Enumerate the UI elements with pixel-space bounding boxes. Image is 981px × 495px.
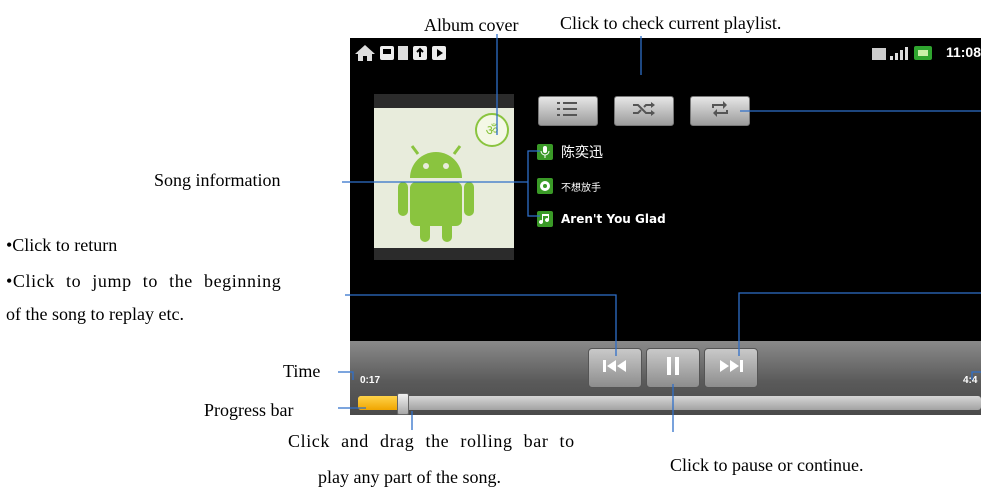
return-annotation: •Click to return bbox=[6, 235, 118, 255]
total-time: 4:4 bbox=[963, 375, 978, 386]
music-player-screen: 11:08 ॐ 陈奕迅 不想放手 Aren't You Glad 0:17 4:… bbox=[350, 38, 981, 415]
playlist-button[interactable] bbox=[538, 96, 598, 126]
album-cover-annotation: Album cover bbox=[424, 15, 519, 35]
progress-thumb[interactable] bbox=[396, 393, 409, 415]
artist-name: 陈奕迅 bbox=[561, 145, 603, 161]
playlist-annotation: Click to check current playlist. bbox=[560, 13, 782, 33]
song-title: Aren't You Glad bbox=[561, 212, 666, 226]
next-button[interactable] bbox=[704, 348, 758, 388]
previous-button[interactable] bbox=[588, 348, 642, 388]
playlist-icon bbox=[557, 101, 579, 122]
elapsed-time: 0:17 bbox=[360, 375, 381, 386]
home-icon[interactable] bbox=[354, 44, 376, 67]
sd-card-icon bbox=[380, 46, 394, 65]
jump-annotation-line2: of the song to replay etc. bbox=[6, 304, 184, 324]
title-row: Aren't You Glad bbox=[537, 209, 666, 229]
drag-annotation-line1: Click and drag the rolling bar to bbox=[288, 431, 575, 451]
storage-icon bbox=[398, 46, 408, 65]
previous-icon bbox=[602, 358, 628, 379]
progress-fill bbox=[358, 396, 402, 410]
android-robot-icon: ॐ bbox=[398, 113, 509, 242]
time-annotation: Time bbox=[283, 361, 321, 381]
status-bar: 11:08 bbox=[350, 38, 981, 68]
music-note-icon bbox=[537, 211, 553, 227]
progress-bar-annotation: Progress bar bbox=[204, 400, 294, 420]
shuffle-button[interactable] bbox=[614, 96, 674, 126]
artist-row: 陈奕迅 bbox=[537, 142, 603, 162]
album-name: 不想放手 bbox=[561, 182, 601, 194]
jump-annotation-line1: •Click to jump to the beginning bbox=[6, 271, 282, 291]
pause-button[interactable] bbox=[646, 348, 700, 388]
drag-annotation-line2: play any part of the song. bbox=[318, 467, 501, 487]
control-bar: 0:17 4:4 bbox=[350, 341, 981, 415]
media-icon bbox=[432, 46, 446, 65]
usb-icon bbox=[413, 46, 427, 65]
progress-bar[interactable] bbox=[358, 393, 981, 415]
repeat-icon bbox=[710, 100, 730, 123]
signal-icon bbox=[872, 46, 910, 67]
song-info-annotation: Song information bbox=[154, 170, 281, 190]
battery-icon bbox=[914, 46, 932, 65]
repeat-button[interactable] bbox=[690, 96, 750, 126]
pause-annotation: Click to pause or continue. bbox=[670, 455, 864, 475]
next-icon bbox=[718, 358, 744, 379]
shuffle-icon bbox=[632, 101, 656, 122]
album-row: 不想放手 bbox=[537, 176, 601, 196]
pause-icon bbox=[665, 356, 681, 381]
album-icon bbox=[537, 178, 553, 194]
microphone-icon bbox=[537, 144, 553, 160]
album-cover[interactable]: ॐ bbox=[374, 94, 514, 260]
svg-text:ॐ: ॐ bbox=[486, 123, 499, 139]
status-clock: 11:08 bbox=[945, 44, 981, 60]
